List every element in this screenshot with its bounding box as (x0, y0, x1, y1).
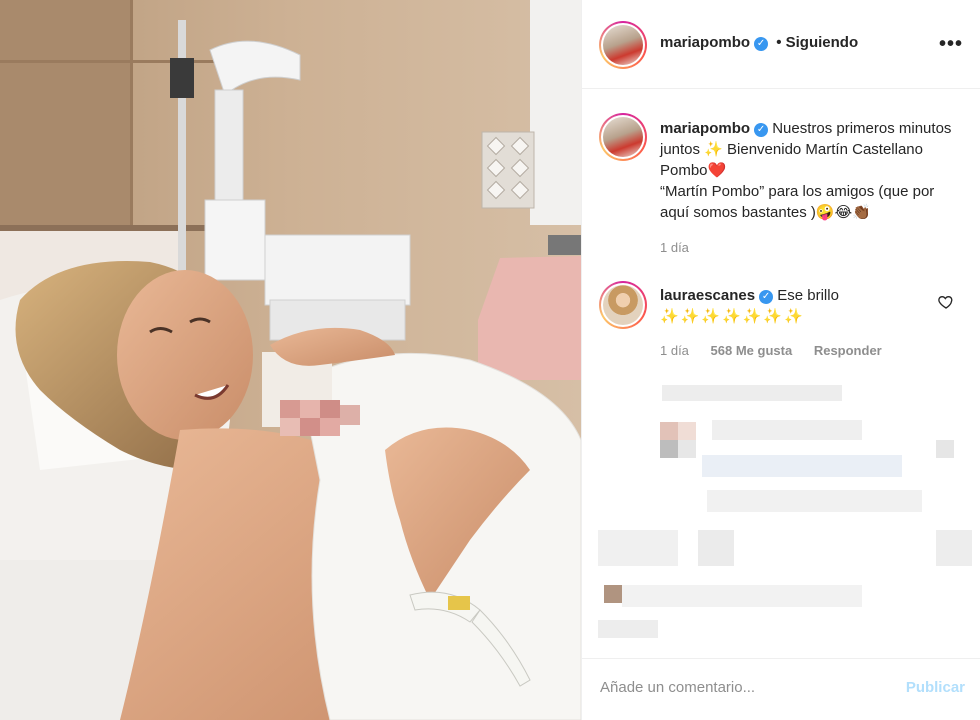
publish-button[interactable]: Publicar (906, 679, 965, 696)
comment-text: lauraescanes ✓ Ese brillo ✨✨✨✨✨✨✨ (660, 285, 940, 327)
comment-body: Ese brillo (777, 287, 839, 304)
blurred-comment-line (662, 385, 842, 401)
post-photo-illustration (0, 0, 581, 720)
blurred-comment-line (712, 420, 862, 440)
author-row: mariapombo ✓ • Siguiendo (660, 34, 858, 51)
author-avatar[interactable] (599, 21, 647, 69)
verified-badge-icon: ✓ (759, 290, 774, 304)
blurred-comment-line (707, 490, 922, 512)
blurred-comment-line (598, 530, 678, 566)
blurred-avatar (604, 585, 622, 603)
blurred-icon (936, 530, 972, 566)
verified-badge-icon: ✓ (754, 123, 769, 137)
commenter-avatar[interactable] (599, 281, 647, 329)
commenter-username[interactable]: lauraescanes (660, 287, 755, 304)
caption-text: mariapombo ✓ Nuestros primeros minutos ju… (660, 118, 960, 258)
caption-author-avatar[interactable] (599, 113, 647, 161)
author-username[interactable]: mariapombo (660, 34, 750, 51)
follow-status[interactable]: • Siguiendo (776, 34, 858, 51)
comment-time[interactable]: 1 día (660, 343, 689, 358)
blurred-comment-line (698, 530, 734, 566)
blurred-avatar (660, 422, 678, 440)
caption-line-2: “Martín Pombo” para los amigos (que por … (660, 183, 935, 221)
blurred-comment-line (702, 455, 902, 477)
blurred-comment-line (598, 620, 658, 638)
comment-input[interactable] (600, 679, 880, 696)
post-photo[interactable] (0, 0, 581, 720)
blurred-avatar (678, 422, 696, 440)
comment-composer: Publicar (582, 658, 980, 720)
blurred-comment-line (622, 585, 862, 607)
like-heart-icon[interactable] (938, 294, 954, 310)
verified-badge-icon: ✓ (754, 37, 769, 51)
blurred-avatar (678, 440, 696, 458)
blurred-icon (936, 440, 954, 458)
more-dots-icon[interactable]: ••• (939, 34, 963, 54)
reply-button[interactable]: Responder (814, 343, 882, 358)
comment-meta: 1 día 568 Me gusta Responder (660, 343, 882, 358)
comment-likes[interactable]: 568 Me gusta (711, 343, 793, 358)
post-header: mariapombo ✓ • Siguiendo ••• (582, 0, 980, 89)
caption-author-username[interactable]: mariapombo (660, 120, 750, 137)
caption-time[interactable]: 1 día (660, 237, 960, 258)
comment-emoji: ✨✨✨✨✨✨✨ (660, 308, 805, 325)
post-side-panel: mariapombo ✓ • Siguiendo ••• mariapombo ✓ … (581, 0, 980, 720)
blurred-avatar (660, 440, 678, 458)
